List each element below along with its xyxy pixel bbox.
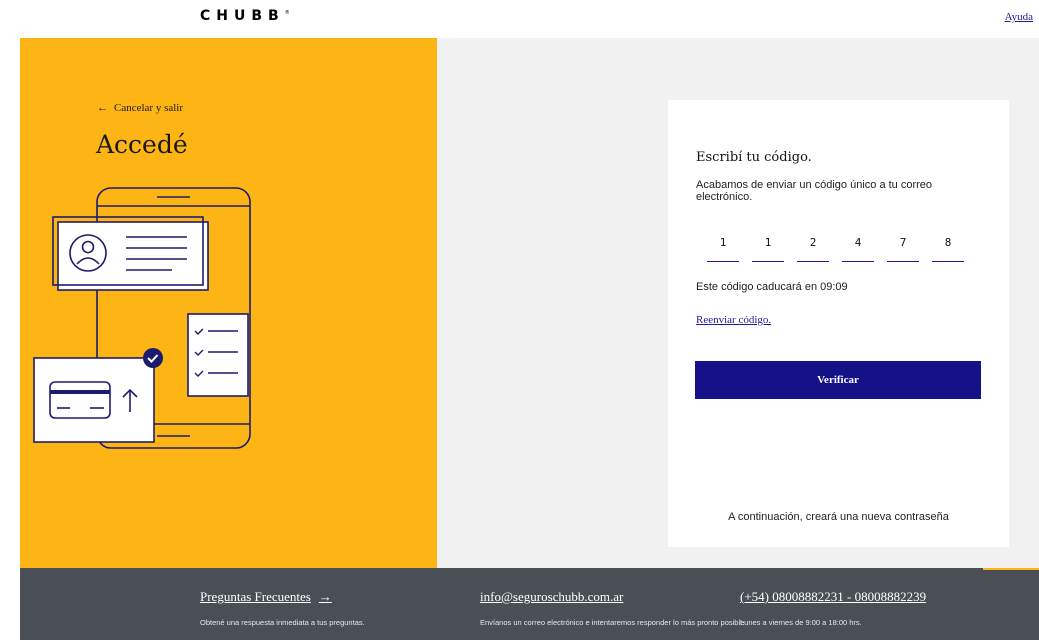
arrow-right-icon: → xyxy=(318,589,332,604)
phone-link[interactable]: (+54) 08008882231 - 08008882239 xyxy=(740,589,926,605)
credit-card-icon xyxy=(49,381,111,419)
code-digit-2[interactable] xyxy=(752,224,784,262)
faq-text: Obtené una respuesta inmediata a tus pre… xyxy=(200,618,365,627)
cancel-and-exit-link[interactable]: ← Cancelar y salir xyxy=(97,102,183,114)
top-bar: CHUBB® Ayuda xyxy=(0,0,1039,38)
checklist-icon xyxy=(187,313,249,397)
page-title: Accedé xyxy=(96,130,188,159)
code-digit-5[interactable] xyxy=(887,224,919,262)
verification-card: Escribí tu código. Acabamos de enviar un… xyxy=(668,100,1009,547)
code-input-group xyxy=(707,224,964,262)
left-panel: ← Cancelar y salir Accedé xyxy=(20,38,437,568)
card-description: Acabamos de enviar un código único a tu … xyxy=(696,179,933,203)
card-title: Escribí tu código. xyxy=(696,150,812,165)
code-digit-4[interactable] xyxy=(842,224,874,262)
next-step-note: A continuación, creará una nueva contras… xyxy=(728,511,949,523)
code-digit-1[interactable] xyxy=(707,224,739,262)
logo-registered-mark: ® xyxy=(284,10,290,16)
code-digit-6[interactable] xyxy=(932,224,964,262)
faq-label: Preguntas Frecuentes xyxy=(200,589,311,604)
check-badge-icon xyxy=(143,348,163,368)
email-link[interactable]: info@seguroschubb.com.ar xyxy=(480,589,623,605)
resend-code-link[interactable]: Reenviar código. xyxy=(696,314,771,326)
footer-accent-rule xyxy=(983,568,1039,570)
code-expiry-text: Este código caducará en 09:09 xyxy=(696,281,848,293)
logo-text: CHUBB xyxy=(200,8,285,24)
email-text: Envíanos un correo electrónico e intenta… xyxy=(480,618,745,627)
verify-button[interactable]: Verificar xyxy=(695,361,981,399)
faq-link[interactable]: Preguntas Frecuentes → xyxy=(200,589,332,605)
help-link[interactable]: Ayuda xyxy=(1005,11,1033,23)
footer-faq: Preguntas Frecuentes → Obtené una respue… xyxy=(200,588,450,628)
phone-text: Lunes a viernes de 9:00 a 18:00 hrs. xyxy=(740,618,862,627)
phone-verification-illustration xyxy=(33,187,251,449)
cancel-and-exit-label: Cancelar y salir xyxy=(114,102,184,114)
footer-email: info@seguroschubb.com.ar Envíanos un cor… xyxy=(480,588,750,628)
arrow-left-icon: ← xyxy=(97,102,108,114)
chubb-logo[interactable]: CHUBB® xyxy=(200,8,290,24)
code-digit-3[interactable] xyxy=(797,224,829,262)
footer: Preguntas Frecuentes → Obtené una respue… xyxy=(20,568,1039,640)
footer-phone: (+54) 08008882231 - 08008882239 Lunes a … xyxy=(740,588,1000,628)
